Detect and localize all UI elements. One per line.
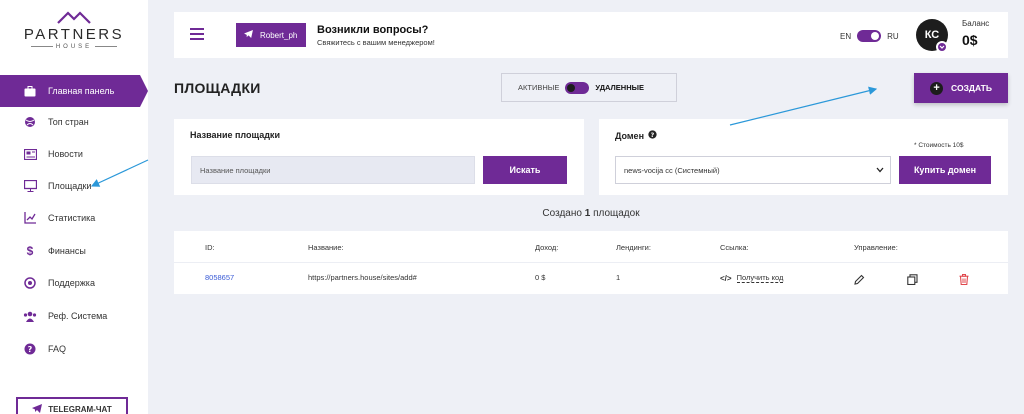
question-title: Возникли вопросы?	[317, 24, 429, 36]
support-icon	[22, 275, 38, 291]
newspaper-icon	[22, 146, 38, 162]
sidebar-item-sites[interactable]: Площадки	[0, 170, 148, 202]
get-code-link[interactable]: </> Получить код	[720, 273, 784, 283]
filter-active-label[interactable]: АКТИВНЫЕ	[518, 83, 559, 92]
sidebar-item-support[interactable]: Поддержка	[0, 267, 148, 299]
row-landings: 1	[616, 273, 621, 282]
house-roof-icon	[57, 11, 91, 24]
telegram-icon	[32, 403, 43, 414]
sidebar-item-label: Главная панель	[48, 86, 115, 96]
page-title: ПЛОЩАДКИ	[174, 80, 261, 96]
sidebar-item-label: Новости	[48, 149, 83, 159]
col-header-link: Ссылка:	[720, 243, 749, 252]
col-header-income: Доход:	[535, 243, 559, 252]
lang-en-label[interactable]: EN	[840, 32, 851, 41]
domain-card: Домен ? * Стоимость 10$ news-vocija cc (…	[599, 119, 1008, 195]
sidebar-item-label: Реф. Система	[48, 311, 108, 321]
search-button[interactable]: Искать	[483, 156, 567, 184]
sidebar-item-label: Финансы	[48, 246, 86, 256]
buy-domain-button[interactable]: Купить домен	[899, 156, 991, 184]
sidebar-item-dashboard[interactable]: Главная панель	[0, 75, 148, 107]
balance-label: Баланс	[962, 19, 990, 28]
users-icon	[22, 308, 38, 324]
sidebar-item-label: FAQ	[48, 344, 67, 354]
summary-prefix: Создано	[542, 208, 582, 219]
row-id: 8058657	[205, 273, 234, 282]
sidebar-item-faq[interactable]: ? FAQ	[0, 333, 148, 365]
trash-icon[interactable]	[959, 272, 971, 286]
summary-count: 1	[584, 208, 591, 219]
telegram-icon	[244, 30, 253, 40]
dollar-icon: $	[26, 244, 34, 258]
manager-name: Robert_ph	[260, 30, 298, 40]
sidebar-item-label: Площадки	[48, 181, 92, 191]
row-name: https://partners.house/sites/add#	[308, 273, 417, 282]
get-code-label: Получить код	[736, 273, 784, 283]
question-subtitle: Свяжитесь с вашим менеджером!	[317, 38, 435, 47]
brand-logo[interactable]: PARTNERS HOUSE	[22, 10, 126, 50]
col-header-name: Название:	[308, 243, 344, 252]
sidebar-item-finance[interactable]: $ Финансы	[0, 235, 148, 267]
edit-icon[interactable]	[854, 272, 866, 285]
balance-value: 0$	[962, 32, 978, 48]
create-site-button[interactable]: + СОЗДАТЬ	[914, 73, 1008, 103]
code-icon: </>	[720, 273, 732, 283]
help-icon[interactable]: ?	[648, 130, 657, 141]
sidebar-item-label: Статистика	[48, 213, 96, 223]
sidebar-item-label: Поддержка	[48, 278, 95, 288]
briefcase-icon	[22, 83, 38, 99]
row-income: 0 $	[535, 273, 546, 282]
menu-icon[interactable]	[190, 28, 204, 40]
top-header: Robert_ph Возникли вопросы? Свяжитесь с …	[174, 12, 1008, 58]
sidebar-item-news[interactable]: Новости	[0, 138, 148, 170]
language-switch[interactable]: EN RU	[840, 30, 899, 42]
sidebar-item-referral[interactable]: Реф. Система	[0, 300, 148, 332]
site-name-input[interactable]: Название площадки	[191, 156, 475, 184]
header-divider	[174, 262, 1008, 263]
lang-ru-label[interactable]: RU	[887, 32, 899, 41]
annotation-arrows	[90, 86, 878, 187]
sidebar-item-statistics[interactable]: Статистика	[0, 202, 148, 234]
col-header-manage: Управление:	[854, 243, 898, 252]
active-deleted-switch[interactable]: АКТИВНЫЕ УДАЛЕННЫЕ	[501, 73, 677, 102]
telegram-chat-button[interactable]: TELEGRAM-ЧАТ	[16, 397, 128, 414]
site-id-link[interactable]: 8058657	[205, 273, 234, 282]
language-toggle[interactable]	[857, 30, 882, 42]
domain-label-row: Домен ?	[615, 130, 657, 141]
summary-suffix: площадок	[593, 208, 640, 219]
sites-table: ID: Название: Доход: Лендинги: Ссылка: У…	[174, 231, 1008, 294]
question-icon: ?	[22, 341, 38, 357]
manager-contact-button[interactable]: Robert_ph	[236, 23, 306, 47]
col-header-id: ID:	[205, 243, 215, 252]
sites-count-summary: Создано 1 площадок	[174, 208, 1008, 219]
globe-icon	[22, 114, 38, 130]
telegram-label: TELEGRAM-ЧАТ	[48, 404, 112, 414]
domain-select[interactable]: news-vocija cc (Системный)	[615, 156, 891, 184]
create-label: СОЗДАТЬ	[951, 83, 992, 93]
svg-text:?: ?	[28, 345, 33, 354]
brand-name: PARTNERS	[23, 26, 125, 43]
plus-icon: +	[930, 81, 944, 95]
chevron-down-icon[interactable]	[936, 41, 948, 53]
sidebar-item-label: Топ стран	[48, 117, 89, 127]
site-name-label: Название площадки	[190, 130, 280, 140]
chevron-down-icon	[876, 166, 884, 175]
chart-icon	[22, 210, 38, 226]
domain-label: Домен	[615, 130, 644, 141]
sidebar: PARTNERS HOUSE Главная панель Топ стран …	[0, 0, 148, 414]
brand-sub: HOUSE	[22, 44, 126, 50]
monitor-icon	[22, 178, 38, 194]
svg-text:?: ?	[651, 132, 655, 139]
domain-price-note: * Стоимость 10$	[914, 142, 964, 149]
site-search-card: Название площадки Название площадки Иска…	[174, 119, 584, 195]
col-header-landings: Лендинги:	[616, 243, 651, 252]
sidebar-item-top-countries[interactable]: Топ стран	[0, 106, 148, 138]
copy-icon[interactable]	[907, 272, 919, 286]
filter-deleted-label[interactable]: УДАЛЕННЫЕ	[595, 83, 644, 92]
filter-toggle[interactable]	[565, 81, 590, 94]
domain-select-value: news-vocija cc (Системный)	[624, 165, 720, 175]
